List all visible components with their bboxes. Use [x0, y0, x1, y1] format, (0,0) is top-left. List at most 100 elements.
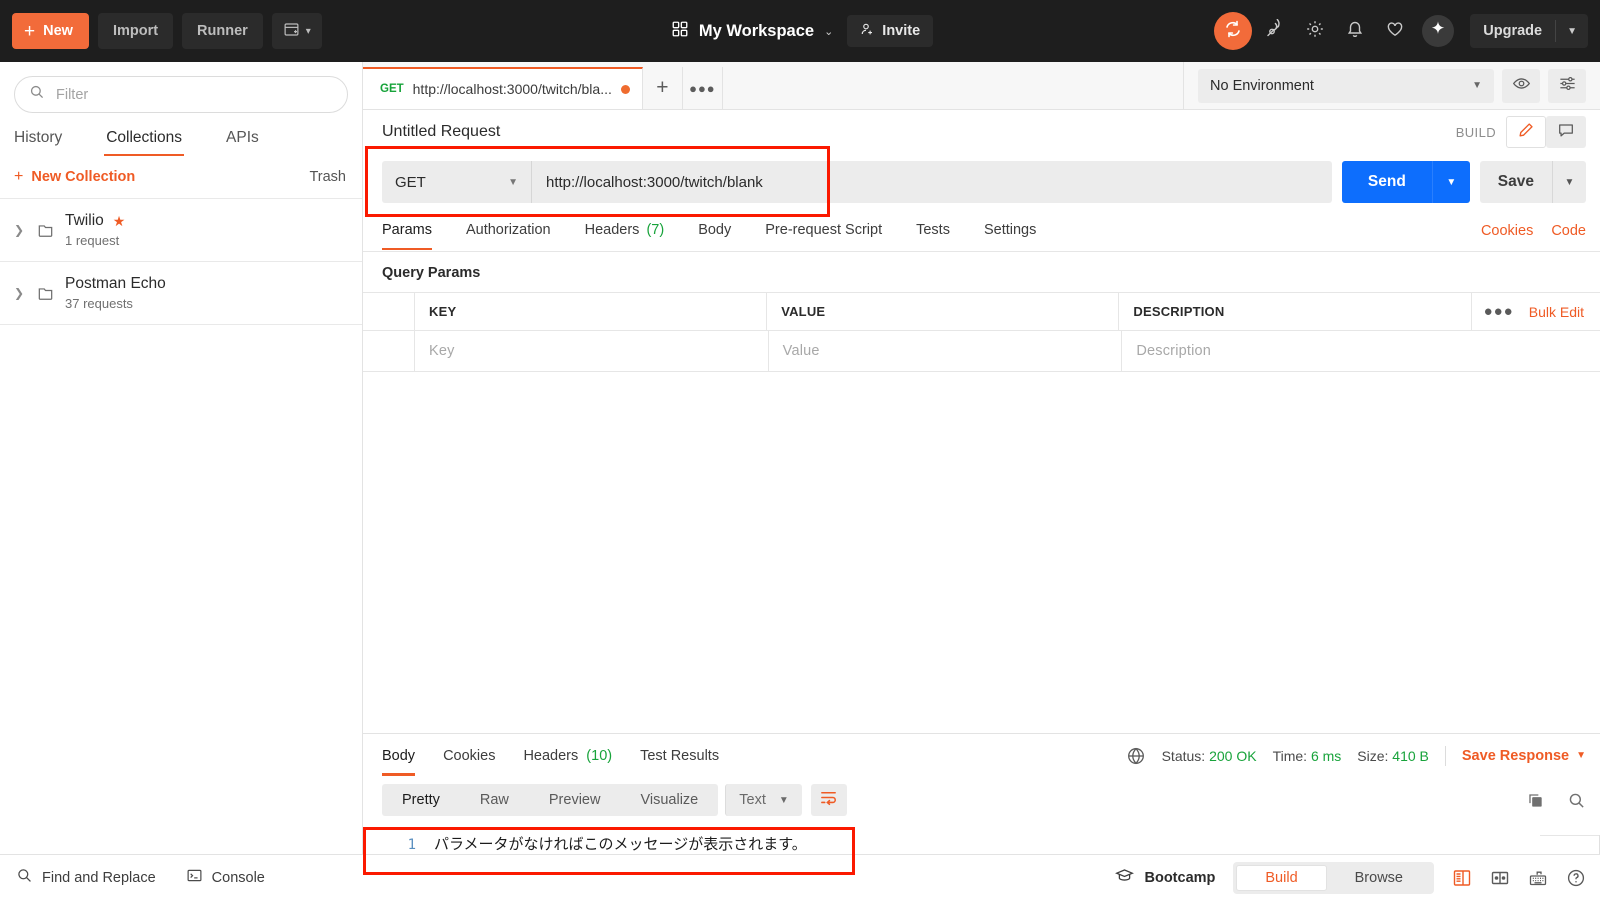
invite-button[interactable]: Invite	[847, 15, 934, 47]
cell-description[interactable]: Description	[1122, 331, 1475, 371]
query-params-label: Query Params	[382, 265, 481, 281]
sidebar: History Collections APIs + New Collectio…	[0, 62, 363, 854]
response-tab-cookies[interactable]: Cookies	[443, 736, 495, 776]
satellite-button[interactable]	[1258, 14, 1292, 48]
view-mode-visualize[interactable]: Visualize	[620, 784, 718, 816]
word-wrap-button[interactable]	[810, 784, 847, 816]
find-and-replace-button[interactable]: Find and Replace	[16, 867, 156, 888]
scroll-cap	[1540, 835, 1600, 836]
top-bar-left-actions: + New Import Runner ▾	[12, 13, 322, 49]
tab-authorization[interactable]: Authorization	[466, 211, 551, 250]
bootcamp-button[interactable]: Bootcamp	[1115, 866, 1215, 889]
tab-settings-label: Settings	[983, 222, 1037, 238]
tab-body[interactable]: Body	[698, 211, 731, 250]
tab-tests-label: Tests	[916, 222, 950, 238]
folder-icon	[36, 284, 55, 303]
new-button[interactable]: + New	[12, 13, 89, 49]
environment-selector[interactable]: No Environment ▼	[1198, 68, 1494, 103]
top-bar-right-actions: Upgrade ▼	[1214, 12, 1588, 50]
collection-request-count: 37 requests	[65, 296, 133, 311]
keyboard-shortcuts-icon[interactable]	[1528, 868, 1548, 888]
cell-key[interactable]: Key	[415, 331, 769, 371]
sidebar-tab-apis[interactable]: APIs	[226, 123, 259, 156]
view-mode-raw[interactable]: Raw	[460, 784, 529, 816]
chevron-down-icon: ▾	[305, 25, 311, 37]
cookies-link[interactable]: Cookies	[1481, 223, 1533, 239]
response-tab-body[interactable]: Body	[382, 736, 416, 776]
save-response-label: Save Response	[1461, 747, 1570, 764]
workspace-switcher[interactable]: My Workspace ⌄	[667, 20, 837, 43]
toggle-build[interactable]: Build	[1236, 864, 1327, 891]
chevron-right-icon[interactable]: ❯	[14, 286, 26, 300]
code-link[interactable]: Code	[1551, 223, 1586, 239]
response-content-type-selector[interactable]: Text ▼	[725, 784, 802, 816]
runner-button[interactable]: Runner	[182, 13, 263, 49]
sliders-icon	[1558, 74, 1577, 98]
favorites-button[interactable]	[1378, 14, 1412, 48]
view-mode-preview[interactable]: Preview	[529, 784, 621, 816]
response-body-text[interactable]: パラメータがなければこのメッセージが表示されます。	[434, 833, 807, 854]
two-pane-layout-icon[interactable]	[1452, 868, 1472, 888]
request-tab[interactable]: GET http://localhost:3000/twitch/bla...	[363, 67, 643, 109]
table-row: Key Value Description	[363, 331, 1600, 372]
folder-icon	[36, 221, 55, 240]
sidebar-tab-collections[interactable]: Collections	[104, 123, 184, 156]
toggle-browse[interactable]: Browse	[1327, 865, 1431, 891]
edit-mode-button[interactable]	[1506, 116, 1546, 148]
ai-assistant-button[interactable]	[1422, 15, 1455, 47]
row-checkbox-cell[interactable]	[363, 331, 415, 371]
tab-pre-request-script[interactable]: Pre-request Script	[765, 211, 882, 250]
tab-settings[interactable]: Settings	[984, 211, 1036, 250]
sidebar-tab-history[interactable]: History	[14, 123, 62, 156]
import-button[interactable]: Import	[97, 13, 174, 49]
save-response-button[interactable]: Save Response ▼	[1462, 748, 1586, 764]
http-method-selector[interactable]: GET ▼	[382, 161, 532, 203]
url-input[interactable]	[532, 161, 1332, 203]
copy-icon[interactable]	[1526, 791, 1545, 810]
globe-icon[interactable]	[1126, 746, 1146, 766]
workspace-title: My Workspace	[698, 21, 815, 40]
send-button-group: Send ▼	[1341, 161, 1470, 203]
split-pane-icon[interactable]	[1490, 868, 1510, 888]
send-button[interactable]: Send	[1341, 161, 1432, 203]
request-title[interactable]: Untitled Request	[382, 123, 500, 141]
filter-box[interactable]	[14, 76, 348, 113]
tab-headers[interactable]: Headers (7)	[585, 211, 665, 250]
environment-quick-look-button[interactable]	[1502, 68, 1540, 103]
notifications-button[interactable]	[1338, 14, 1372, 48]
send-options-button[interactable]: ▼	[1431, 161, 1470, 203]
tab-headers-label: Headers	[584, 222, 640, 238]
tab-options-button[interactable]: ●●●	[682, 67, 723, 109]
tab-tests[interactable]: Tests	[916, 211, 950, 250]
response-actions	[1526, 791, 1586, 810]
environment-settings-button[interactable]	[1548, 68, 1586, 103]
new-tab-button[interactable]: +	[642, 67, 683, 109]
new-collection-button[interactable]: + New Collection	[14, 168, 135, 186]
response-tab-headers[interactable]: Headers (10)	[523, 736, 612, 776]
save-button[interactable]: Save	[1479, 161, 1552, 203]
settings-button[interactable]	[1298, 14, 1332, 48]
collection-item-postman-echo[interactable]: ❯ Postman Echo 37 requests	[0, 262, 362, 325]
response-tab-test-results[interactable]: Test Results	[640, 736, 719, 776]
table-options-button[interactable]: ●●●	[1484, 303, 1514, 320]
status-label: Status:	[1161, 747, 1206, 764]
search-icon[interactable]	[1567, 791, 1586, 810]
view-mode-pretty[interactable]: Pretty	[382, 784, 460, 816]
upgrade-button[interactable]: Upgrade ▼	[1470, 14, 1588, 48]
collection-item-twilio[interactable]: ❯ Twilio ★ 1 request	[0, 199, 362, 262]
filter-input[interactable]	[56, 86, 333, 103]
bulk-edit-button[interactable]: Bulk Edit	[1529, 304, 1584, 320]
sync-button[interactable]	[1214, 12, 1253, 50]
chevron-right-icon[interactable]: ❯	[14, 223, 26, 237]
console-button[interactable]: Console	[186, 867, 265, 888]
comment-mode-button[interactable]	[1546, 116, 1586, 148]
save-options-button[interactable]: ▼	[1552, 161, 1586, 203]
trash-button[interactable]: Trash	[309, 169, 346, 185]
plus-icon: +	[14, 168, 24, 185]
tab-params[interactable]: Params	[382, 211, 432, 250]
new-window-button[interactable]: ▾	[271, 13, 322, 49]
help-icon[interactable]	[1566, 868, 1586, 888]
request-body-filler	[363, 372, 1600, 733]
new-button-label: New	[43, 23, 73, 39]
cell-value[interactable]: Value	[769, 331, 1123, 371]
